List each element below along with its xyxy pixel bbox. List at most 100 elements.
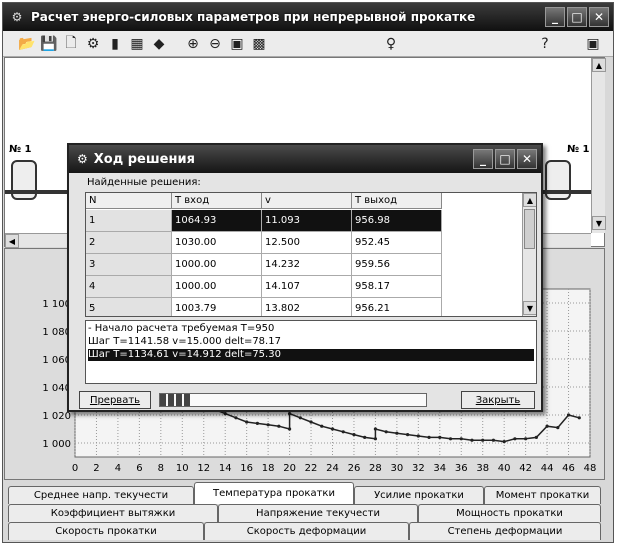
x-tick-label: 14	[219, 463, 232, 474]
save-icon[interactable]: 💾	[39, 34, 59, 54]
x-tick-label: 2	[93, 463, 99, 474]
progress-bar	[159, 393, 427, 407]
stand-label-left: № 1	[9, 144, 32, 155]
dialog-close-button[interactable]: ✕	[517, 149, 537, 169]
scroll-down-icon[interactable]: ▼	[592, 216, 606, 230]
table-row[interactable]: 4 1000.00 14.107 958.17	[86, 276, 526, 298]
scroll-thumb[interactable]	[524, 209, 535, 249]
column-header-n[interactable]: N	[86, 193, 172, 209]
table-row[interactable]: 5 1003.79 13.802 956.21	[86, 298, 526, 316]
help-icon[interactable]: ?	[535, 34, 555, 54]
table-row[interactable]: 2 1030.00 12.500 952.45	[86, 232, 526, 254]
x-tick-label: 4	[115, 463, 121, 474]
data-point	[427, 435, 431, 439]
tab-rolling-moment[interactable]: Момент прокатки	[484, 486, 601, 504]
app-icon: ⚙	[11, 10, 23, 24]
tab-rolling-power[interactable]: Мощность прокатки	[418, 504, 601, 522]
vertical-scrollbar[interactable]: ▲ ▼	[591, 58, 606, 233]
tab-deformation-degree[interactable]: Степень деформации	[409, 522, 601, 540]
scroll-down-icon[interactable]: ▼	[523, 301, 536, 315]
new-icon[interactable]: 🗋	[61, 34, 81, 54]
cell-n: 2	[86, 232, 172, 254]
table-row[interactable]: 1 1064.93 11.093 956.98	[86, 210, 526, 232]
x-tick-label: 26	[348, 463, 361, 474]
dialog-maximize-button[interactable]: □	[495, 149, 515, 169]
table-row[interactable]: 3 1000.00 14.232 959.56	[86, 254, 526, 276]
zoom-out-icon[interactable]: ⊖	[205, 34, 225, 54]
abort-button[interactable]: Прервать	[79, 391, 151, 409]
cell-t-out: 959.56	[352, 254, 442, 276]
data-point	[448, 437, 453, 441]
cell-t-out: 952.45	[352, 232, 442, 254]
scroll-up-icon[interactable]: ▲	[592, 58, 606, 72]
cell-v: 14.107	[262, 276, 352, 298]
log-line: Шаг T=1134.61 v=14.912 delt=75.30	[88, 349, 534, 361]
table-scrollbar[interactable]: ▲ ▼	[522, 193, 536, 316]
table-icon[interactable]: ▦	[127, 34, 147, 54]
cell-t-out: 958.17	[352, 276, 442, 298]
main-titlebar[interactable]: ⚙ Расчет энерго-силовых параметров при н…	[3, 3, 613, 31]
column-header-t-in[interactable]: T вход	[172, 193, 262, 209]
x-tick-label: 40	[498, 463, 511, 474]
data-point	[330, 427, 335, 431]
cell-v: 13.802	[262, 298, 352, 316]
x-tick-label: 0	[72, 463, 78, 474]
data-point	[266, 423, 270, 427]
x-tick-label: 42	[519, 463, 532, 474]
x-tick-label: 8	[158, 463, 164, 474]
dialog-titlebar[interactable]: ⚙ Ход решения _ □ ✕	[69, 145, 541, 173]
bars-icon[interactable]: ▮	[105, 34, 125, 54]
data-point	[438, 435, 442, 439]
close-button[interactable]: ✕	[589, 7, 609, 27]
data-point	[223, 412, 227, 416]
tab-avg-yield-stress[interactable]: Среднее напр. текучести	[8, 486, 194, 504]
diamond-icon[interactable]: ◆	[149, 34, 169, 54]
data-point	[309, 420, 313, 424]
data-point	[341, 430, 345, 434]
chart-icon[interactable]: ▣	[227, 34, 247, 54]
scroll-up-icon[interactable]: ▲	[523, 193, 536, 207]
maximize-button[interactable]: □	[567, 7, 587, 27]
x-tick-label: 10	[176, 463, 189, 474]
cell-n: 1	[86, 210, 172, 232]
data-point	[416, 434, 420, 438]
data-point	[245, 420, 249, 424]
exit-icon[interactable]: ▣	[583, 34, 603, 54]
column-header-v[interactable]: v	[262, 193, 352, 209]
x-tick-label: 46	[562, 463, 575, 474]
dialog-icon: ⚙	[77, 152, 88, 166]
dialog-minimize-button[interactable]: _	[473, 149, 493, 169]
tab-elongation[interactable]: Коэффициент вытяжки	[8, 504, 218, 522]
tab-strip: Среднее напр. текучести Температура прок…	[4, 482, 605, 540]
pin-icon[interactable]: ♀	[381, 34, 401, 54]
data-point	[384, 430, 388, 434]
grid-icon[interactable]: ▩	[249, 34, 269, 54]
data-point	[287, 427, 292, 431]
zoom-in-icon[interactable]: ⊕	[183, 34, 203, 54]
results-table: N T вход v T выход 1 1064.93 11.093 956.…	[85, 192, 537, 317]
scroll-left-icon[interactable]: ◀	[5, 234, 19, 248]
x-tick-label: 20	[283, 463, 296, 474]
x-tick-label: 32	[412, 463, 425, 474]
data-point	[373, 437, 378, 441]
x-tick-label: 12	[197, 463, 210, 474]
tree-icon[interactable]: ⚙	[83, 34, 103, 54]
minimize-button[interactable]: _	[545, 7, 565, 27]
column-header-t-out[interactable]: T выход	[352, 193, 442, 209]
tab-strain-rate[interactable]: Скорость деформации	[204, 522, 409, 540]
x-tick-label: 34	[433, 463, 446, 474]
cell-v: 12.500	[262, 232, 352, 254]
tab-rolling-temperature[interactable]: Температура прокатки	[194, 482, 354, 504]
log-line: Шаг T=1141.58 v=15.000 delt=78.17	[88, 336, 281, 347]
roll-left	[11, 160, 37, 200]
open-icon[interactable]: 📂	[17, 34, 37, 54]
x-tick-label: 24	[326, 463, 339, 474]
tab-rolling-force[interactable]: Усилие прокатки	[354, 486, 484, 504]
tab-rolling-speed[interactable]: Скорость прокатки	[8, 522, 204, 540]
close-dialog-button[interactable]: Закрыть	[461, 391, 535, 409]
data-point	[524, 437, 528, 441]
tab-yield-stress[interactable]: Напряжение текучести	[218, 504, 418, 522]
x-tick-label: 44	[541, 463, 554, 474]
data-point	[556, 426, 560, 430]
data-point	[277, 424, 281, 428]
